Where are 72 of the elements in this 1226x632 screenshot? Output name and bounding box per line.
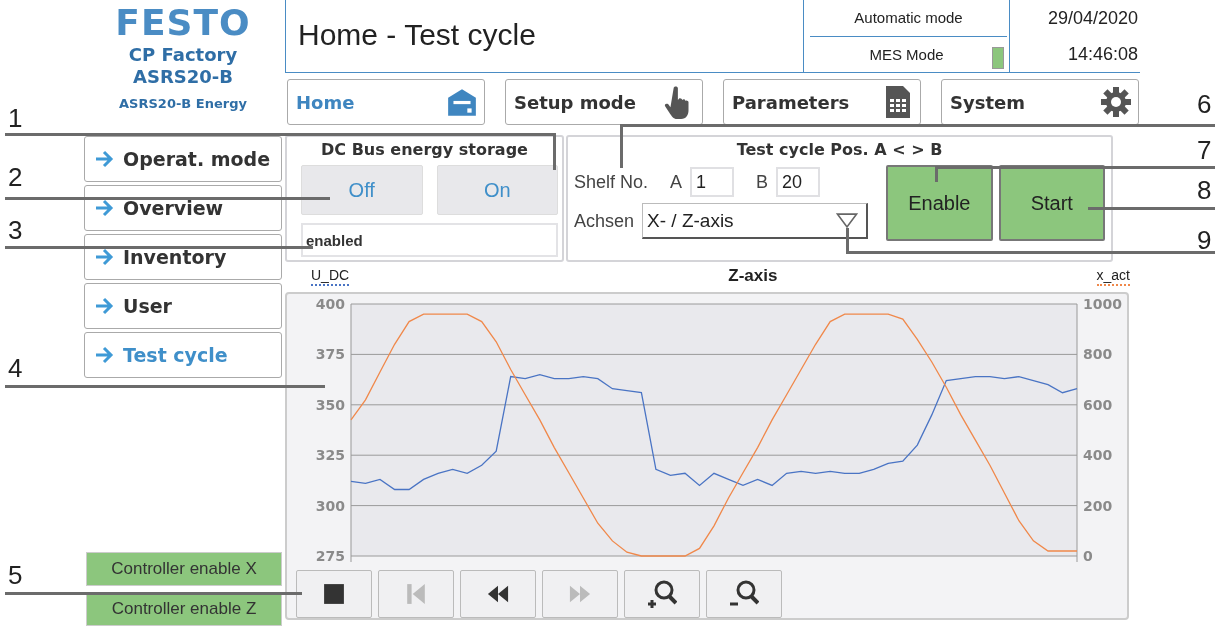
zoom-out-icon	[729, 579, 759, 609]
axes-label: Achsen	[574, 210, 635, 232]
mode-label: Automatic mode	[854, 9, 963, 27]
callout-number: 7	[1197, 136, 1212, 164]
shelf-label: Shelf No.	[574, 171, 649, 193]
skip-to-start-icon	[405, 583, 427, 605]
callout-number: 8	[1197, 176, 1212, 204]
status-indicator: Controller enable X	[86, 552, 282, 586]
sidebar-item[interactable]: User	[84, 283, 282, 329]
position-a-field[interactable]: 1	[690, 167, 735, 197]
zoom-in-button[interactable]	[624, 570, 700, 618]
axis-tick-label: 400	[315, 297, 345, 312]
arrow-icon	[93, 297, 115, 315]
chart-title: Z-axis	[728, 266, 778, 286]
arrow-icon	[93, 346, 115, 364]
rewind-icon	[487, 583, 509, 605]
dropdown-triangle-icon	[836, 213, 859, 228]
status-field: enabled	[301, 223, 558, 257]
stop-icon	[323, 583, 345, 605]
axis-tick-label: 0	[1083, 548, 1093, 564]
axis-tick-label: 375	[315, 346, 345, 363]
settings-icon	[1100, 85, 1132, 119]
sidebar-item[interactable]: Overview	[84, 185, 282, 231]
zoom-out-button[interactable]	[706, 570, 782, 618]
panel-title: DC Bus energy storage	[321, 139, 528, 161]
station-name: ASRS20-B	[133, 66, 233, 88]
mes-mode-label: MES Mode	[869, 45, 944, 63]
axis-tick-label: 200	[1083, 497, 1113, 514]
window-title: Home - Test cycle	[285, 0, 803, 72]
axis-tick-label: 350	[315, 396, 345, 413]
callout-number: 9	[1197, 226, 1212, 254]
position-a-label: A	[670, 171, 683, 193]
sidebar-item[interactable]: Test cycle	[84, 332, 282, 378]
nav-tab[interactable]: System	[941, 79, 1139, 125]
rewind-button[interactable]	[460, 570, 536, 618]
axis-tick-label: 325	[315, 447, 345, 464]
arrow-icon	[93, 248, 115, 266]
callout-number: 4	[8, 354, 23, 382]
callout-number: 2	[8, 163, 23, 191]
position-b-label: B	[756, 171, 769, 193]
axis-tick-label: 1000	[1083, 297, 1122, 312]
callout-number: 3	[8, 216, 23, 244]
axis-tick-label: 800	[1083, 346, 1113, 363]
action-button[interactable]: Enable	[886, 165, 993, 241]
legend-item: x_act	[1096, 266, 1130, 286]
arrow-icon	[93, 150, 115, 168]
callout-number: 1	[8, 104, 23, 132]
logo-wordmark: FESTO	[115, 2, 251, 44]
axis-tick-label: 600	[1083, 396, 1113, 413]
sidebar-item[interactable]: Operat. mode	[84, 136, 282, 182]
action-button[interactable]: Start	[998, 165, 1105, 241]
axis-tick-label: 300	[315, 497, 345, 514]
legend-item: U_DC	[311, 266, 350, 286]
sidebar-item[interactable]: Inventory	[84, 234, 282, 280]
panel-title: Test cycle Pos. A < > B	[736, 139, 943, 161]
time-text: 14:46:08	[1067, 43, 1138, 65]
product-name: CP Factory	[128, 44, 238, 66]
date-text: 29/04/2020	[1047, 7, 1138, 29]
zoom-in-icon	[647, 579, 677, 609]
nav-tab[interactable]: Setup mode	[505, 79, 703, 125]
axis-tick-label: 400	[1083, 447, 1113, 464]
axis-tick-label: 275	[315, 548, 345, 564]
fast-forward-icon	[569, 583, 591, 605]
callout-number: 6	[1197, 90, 1212, 118]
axes-dropdown[interactable]: X- / Z-axis	[642, 203, 869, 239]
position-b-field[interactable]: 20	[776, 167, 821, 197]
callout-number: 5	[8, 561, 23, 589]
nav-tab[interactable]: Home	[287, 79, 485, 125]
station-subtitle: ASRS20-B Energy	[119, 96, 247, 111]
arrow-icon	[93, 199, 115, 217]
nav-tab[interactable]: Parameters	[723, 79, 921, 125]
stop-button[interactable]	[296, 570, 372, 618]
